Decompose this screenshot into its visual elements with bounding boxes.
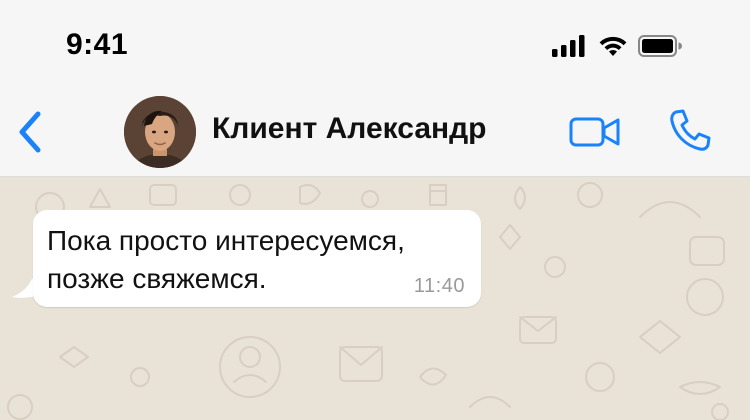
chevron-left-icon	[19, 111, 41, 153]
wifi-icon	[599, 36, 627, 56]
voice-call-button[interactable]	[666, 106, 714, 154]
chat-header: Клиент Александр	[0, 88, 750, 177]
status-time: 9:41	[66, 28, 129, 61]
contact-photo	[124, 96, 196, 168]
video-call-icon	[569, 117, 620, 147]
contact-name[interactable]: Клиент Александр	[212, 112, 487, 146]
back-button[interactable]	[14, 110, 50, 154]
message-text: Пока просто интересуемся, позже свяжемся…	[47, 222, 447, 298]
message-text-line: Пока просто интересуемся,	[47, 225, 405, 256]
incoming-message-bubble[interactable]: Пока просто интересуемся, позже свяжемся…	[33, 210, 481, 307]
battery-icon	[638, 35, 682, 57]
message-timestamp: 11:40	[413, 275, 465, 297]
message-text-line: позже свяжемся.	[47, 263, 267, 294]
avatar[interactable]	[124, 96, 196, 168]
status-bar: 9:41	[0, 0, 750, 88]
video-call-button[interactable]	[568, 114, 622, 150]
chat-area[interactable]: Пока просто интересуемся, позже свяжемся…	[0, 177, 750, 420]
signal-icon	[552, 35, 585, 57]
phone-icon	[670, 109, 711, 151]
